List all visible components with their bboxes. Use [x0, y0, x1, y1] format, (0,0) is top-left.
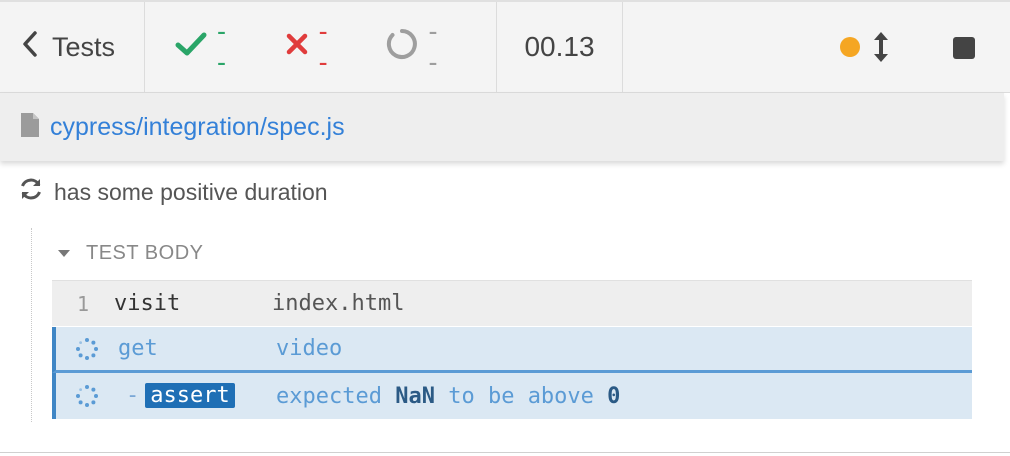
command-row[interactable]: get video: [52, 327, 972, 373]
indent-guide: [31, 228, 32, 422]
back-label: Tests: [52, 31, 116, 62]
msg-expected-value: 0: [607, 383, 621, 409]
command-number: 1: [76, 291, 90, 316]
spinner-icon: [56, 384, 118, 408]
pending-stat: --: [386, 16, 446, 78]
spinner-icon: [56, 337, 118, 361]
check-icon: [175, 31, 207, 64]
command-name: visit: [114, 291, 181, 316]
test-title: has some positive duration: [54, 178, 328, 205]
command-message: video: [276, 336, 343, 361]
passed-count: --: [217, 16, 227, 77]
duration: 00.13: [497, 2, 623, 92]
command-name: get: [118, 336, 158, 361]
spec-bar: cypress/integration/spec.js: [0, 93, 1004, 161]
hook-label: TEST BODY: [86, 242, 204, 264]
test-title-row[interactable]: has some positive duration: [18, 176, 328, 208]
assert-badge: assert: [145, 383, 235, 408]
msg-expected: expected: [276, 383, 382, 409]
failed-count: --: [318, 16, 329, 77]
chevron-left-icon: [22, 30, 52, 64]
failed-stat: --: [285, 16, 337, 78]
caret-down-icon: [58, 250, 70, 257]
spec-file-link[interactable]: cypress/integration/spec.js: [50, 113, 345, 142]
msg-operator: to be above: [448, 383, 594, 409]
passed-stat: --: [175, 16, 235, 78]
running-status-dot: [840, 37, 860, 57]
x-icon: [285, 32, 309, 63]
child-dash: -: [126, 383, 140, 408]
stop-button[interactable]: [953, 37, 975, 59]
test-stats: -- -- --: [145, 2, 497, 92]
divider: [0, 452, 1010, 453]
reporter-header: Tests -- -- -- 00.13: [0, 0, 1010, 93]
hook-test-body[interactable]: TEST BODY: [58, 242, 204, 265]
command-name-cell: - assert: [118, 383, 276, 409]
file-icon: [20, 112, 40, 143]
toggle-auto-scroll-icon[interactable]: [871, 29, 891, 65]
command-row[interactable]: 1 visit index.html: [52, 280, 972, 326]
circle-notch-icon: [386, 28, 418, 67]
assertion-message: expected NaN to be above 0: [276, 384, 620, 409]
back-to-tests-button[interactable]: Tests: [0, 2, 145, 92]
msg-actual-value: NaN: [395, 383, 435, 409]
run-controls: [623, 2, 1010, 92]
command-message: index.html: [272, 291, 405, 316]
pending-count: --: [428, 16, 439, 77]
command-row[interactable]: - assert expected NaN to be above 0: [52, 373, 972, 419]
refresh-icon: [18, 176, 44, 208]
